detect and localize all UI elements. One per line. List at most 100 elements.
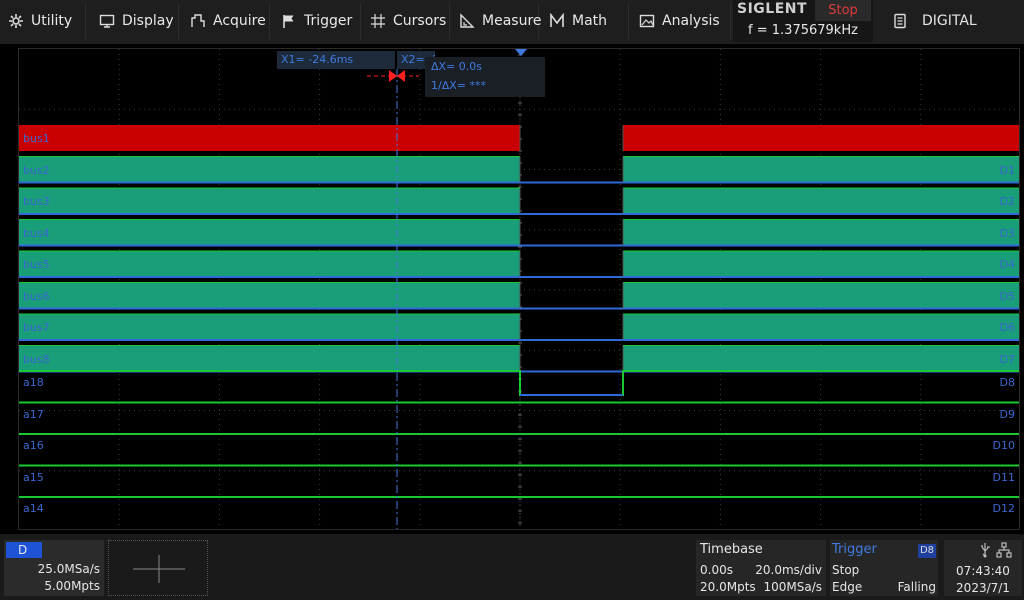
menu-bar: Utility Display Acquire Trigger Cursors … [0,0,1024,44]
trigger-state: Stop [832,563,860,577]
waveform-display[interactable]: bus1 bus2 D1 bus3 D2 bus4 D3 bus5 D4 bus6 D5 bus7 D6… [18,48,1020,530]
menu-analysis-label: Analysis [662,13,720,29]
bus-block [623,125,1019,151]
flag-icon [281,13,297,29]
channel-label-left: a18 [23,376,44,389]
menu-cursors-label: Cursors [393,13,447,29]
menu-trigger-label: Trigger [304,13,353,29]
bus-block [19,314,520,340]
bus-block [19,282,520,309]
bus-block [19,156,520,183]
crosshair-grid-icon [370,13,386,29]
digital-mode-button[interactable]: DIGITAL [880,3,1024,39]
menu-display[interactable]: Display [91,3,179,39]
trigger-source-badge: D8 [918,544,936,558]
channel-label-left: bus1 [23,132,50,145]
cursor-x1-readout: X1= -24.6ms [277,51,395,69]
channel-label-left: bus8 [23,352,50,366]
channel-label-right: D6 [999,321,1015,334]
bus-block [623,219,1019,246]
bottom-status-bar: D 25.0MSa/s 5.00Mpts Timebase 0.00s 20.0… [0,534,1024,600]
cursor-delta-box: ΔX= 0.0s 1/ΔX= *** [425,57,545,97]
timebase-panel[interactable]: Timebase 0.00s 20.0ms/div 20.0Mpts 100MS… [696,540,826,596]
bus-block [19,125,520,151]
channel-label-right: D2 [999,195,1015,208]
cursor-marker-right [397,70,405,82]
analysis-image-icon [639,13,655,29]
digital-memory-depth: 5.00Mpts [44,579,100,593]
trigger-type: Edge [832,580,863,594]
status-box: SIGLENT Stop f = 1.375679kHz [733,0,873,42]
bus-block [19,345,520,372]
bus-block [19,219,520,246]
channel-label-right: D12 [992,502,1015,515]
bus-block [623,156,1019,183]
digital-mode-label: DIGITAL [922,13,977,29]
channel-label-right: D10 [992,439,1015,452]
bus-block [19,188,520,214]
channel-label-left: a17 [23,407,44,421]
menu-acquire[interactable]: Acquire [182,3,270,39]
channel-label-left: bus3 [23,195,50,208]
channel-label-right: D4 [999,258,1015,271]
cursor-inverse-delta-x: 1/ΔX= *** [431,79,486,92]
timebase-scale: 20.0ms/div [755,563,822,577]
channel-label-left: bus2 [23,163,50,177]
menu-math-label: Math [572,13,608,29]
ruler-triangle-icon [459,13,475,29]
digital-tag: D [6,542,42,558]
timebase-sample-rate: 100MSa/s [763,580,822,594]
bus-block [623,345,1019,372]
channel-label-left: bus7 [23,321,50,334]
channel-label-left: bus5 [23,258,50,271]
cursor-delta-x: ΔX= 0.0s [431,60,482,73]
menu-cursors[interactable]: Cursors [362,3,450,39]
channel-label-left: bus4 [23,226,50,240]
frequency-readout: f = 1.375679kHz [748,23,858,38]
gear-icon [8,13,24,29]
channel-label-left: a15 [23,470,44,484]
digital-channel-panel[interactable]: D 25.0MSa/s 5.00Mpts [4,540,104,596]
channel-label-right: D7 [999,352,1015,366]
channel-label-left: bus6 [23,289,50,303]
bus-block [623,314,1019,340]
menu-trigger[interactable]: Trigger [273,3,361,39]
bus-block [623,188,1019,214]
menu-measure-label: Measure [482,13,542,29]
add-channel-slot[interactable] [108,540,208,596]
channel-label-right: D3 [999,226,1015,240]
clock-time: 07:43:40 [956,564,1010,578]
menu-analysis[interactable]: Analysis [631,3,731,39]
system-panel[interactable]: 07:43:40 2023/7/1 [944,540,1022,596]
document-icon [892,13,908,29]
trigger-title: Trigger [832,542,877,557]
waveform-canvas [19,49,1019,529]
trigger-slope: Falling [897,580,936,594]
trace-d8 [19,370,1019,396]
timebase-memory: 20.0Mpts [700,580,756,594]
math-m-icon [549,13,565,29]
menu-acquire-label: Acquire [213,13,266,29]
timebase-title: Timebase [700,542,763,557]
trigger-position-marker [515,49,527,56]
usb-icon [981,543,990,558]
menu-display-label: Display [122,13,174,29]
clock-date: 2023/7/1 [956,581,1010,595]
digital-sample-rate: 25.0MSa/s [37,562,100,576]
network-icon [996,542,1012,558]
menu-measure[interactable]: Measure [451,3,542,39]
trigger-panel[interactable]: Trigger D8 Stop Edge Falling [830,540,938,596]
bus-block [623,282,1019,309]
monitor-icon [99,13,115,29]
timebase-position: 0.00s [700,563,733,577]
channel-label-right: D5 [999,289,1015,303]
menu-utility-label: Utility [31,13,73,29]
channel-label-left: a16 [23,439,44,452]
channel-label-right: D9 [999,407,1015,421]
menu-utility[interactable]: Utility [0,3,86,39]
bus-block [623,251,1019,277]
channel-label-right: D1 [999,163,1015,177]
run-state-badge[interactable]: Stop [815,0,871,21]
brand-logo: SIGLENT [737,1,808,17]
menu-math[interactable]: Math [541,3,629,39]
